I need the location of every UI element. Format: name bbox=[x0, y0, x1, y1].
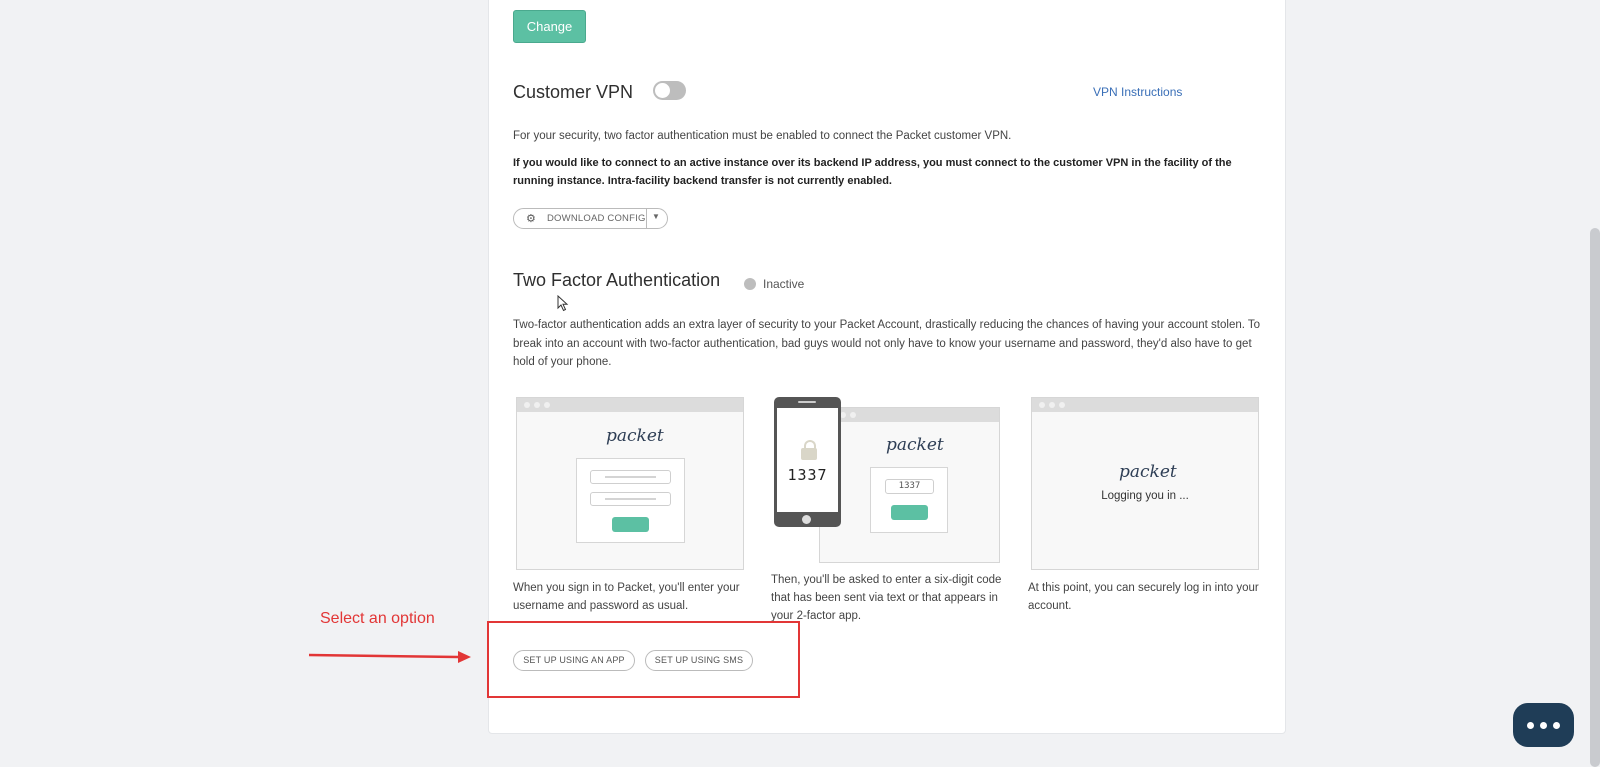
phone-illustration: 1337 bbox=[774, 397, 841, 527]
vpn-backend-note: If you would like to connect to an activ… bbox=[513, 157, 1232, 187]
tfa-description: Two-factor authentication adds an extra … bbox=[513, 319, 1261, 368]
packet-logo: packet bbox=[1119, 462, 1177, 482]
more-dots-icon bbox=[1527, 722, 1534, 729]
login-form-illustration bbox=[576, 458, 685, 543]
vpn-title: Customer VPN bbox=[513, 82, 634, 102]
logged-in-illustration: packet Logging you in ... bbox=[1031, 397, 1259, 570]
change-button[interactable]: Change bbox=[513, 10, 586, 43]
lock-icon bbox=[801, 440, 817, 460]
chat-button[interactable] bbox=[1513, 703, 1574, 747]
download-config-label: DOWNLOAD CONFIG bbox=[547, 213, 646, 224]
annotation-label: Select an option bbox=[320, 610, 435, 627]
caret-down-icon[interactable]: ▼ bbox=[652, 212, 660, 221]
browser-bar bbox=[1032, 398, 1258, 412]
code-form-illustration: 1337 bbox=[870, 467, 948, 533]
more-dots-icon bbox=[1553, 722, 1560, 729]
setup-app-button[interactable]: SET UP USING AN APP bbox=[513, 650, 635, 671]
code-illustration: packet 1337 bbox=[819, 407, 1000, 563]
vpn-description: For your security, two factor authentica… bbox=[513, 130, 1012, 142]
split-divider bbox=[646, 209, 647, 228]
step1-caption: When you sign in to Packet, you'll enter… bbox=[513, 582, 740, 612]
step2-caption: Then, you'll be asked to enter a six-dig… bbox=[771, 574, 1002, 622]
toggle-knob bbox=[655, 83, 670, 98]
browser-bar bbox=[820, 408, 999, 422]
tfa-title: Two Factor Authentication bbox=[513, 270, 721, 290]
code-field: 1337 bbox=[885, 479, 934, 494]
vpn-toggle[interactable] bbox=[653, 81, 686, 100]
gears-icon: ⚙ bbox=[526, 213, 536, 225]
packet-logo: packet bbox=[606, 426, 664, 446]
download-config-button[interactable]: ⚙ DOWNLOAD CONFIG ▼ bbox=[513, 208, 668, 229]
browser-bar bbox=[517, 398, 743, 412]
phone-code: 1337 bbox=[787, 466, 828, 484]
status-dot bbox=[744, 278, 756, 290]
setup-sms-button[interactable]: SET UP USING SMS bbox=[645, 650, 753, 671]
scrollbar[interactable] bbox=[1590, 228, 1600, 767]
packet-logo: packet bbox=[886, 435, 944, 455]
step3-caption: At this point, you can securely log in i… bbox=[1028, 582, 1259, 612]
more-dots-icon bbox=[1540, 722, 1547, 729]
vpn-instructions-link[interactable]: VPN Instructions bbox=[1093, 85, 1182, 99]
annotation-arrow-icon bbox=[308, 651, 471, 663]
status-badge: Inactive bbox=[763, 277, 805, 291]
signin-illustration: packet bbox=[516, 397, 744, 570]
mouse-cursor-icon bbox=[557, 295, 569, 312]
logging-in-text: Logging you in ... bbox=[1101, 490, 1189, 502]
